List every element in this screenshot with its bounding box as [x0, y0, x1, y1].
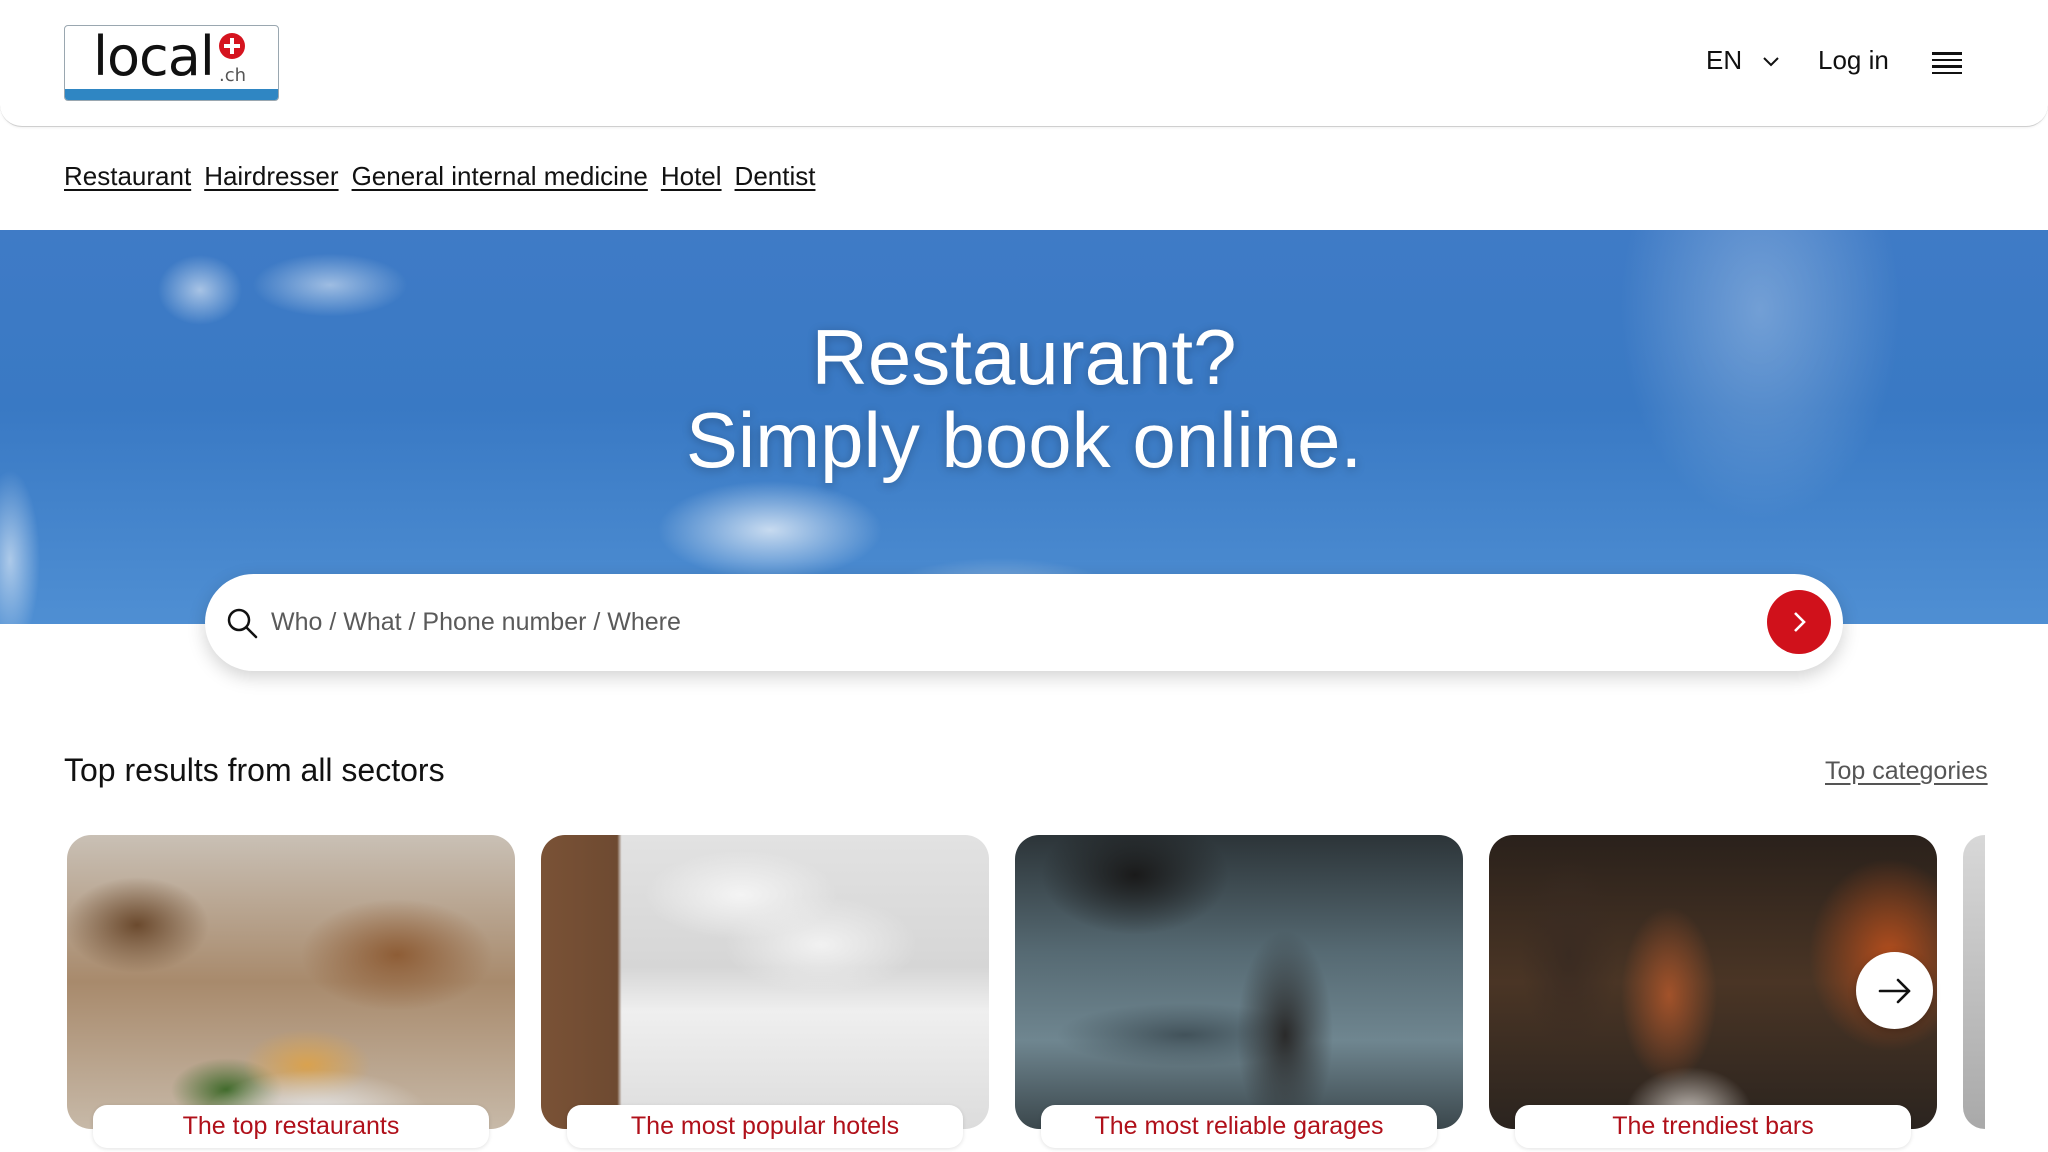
- arrow-right-icon: [1878, 978, 1910, 1003]
- chevron-down-icon: [1763, 56, 1779, 66]
- top-categories-link[interactable]: Top categories: [1825, 757, 1988, 786]
- hero-headline-line2: Simply book online.: [685, 396, 1363, 484]
- logo-wordmark: local: [93, 25, 215, 88]
- carousel-next-button[interactable]: [1856, 952, 1933, 1029]
- hamburger-menu-icon[interactable]: [1932, 52, 1962, 76]
- login-link[interactable]: Log in: [1818, 45, 1889, 76]
- site-header: local .ch EN Log in: [0, 0, 2048, 127]
- category-card-hotels[interactable]: The most popular hotels: [541, 835, 989, 1152]
- language-selector[interactable]: EN: [1706, 45, 1782, 76]
- search-bar: [205, 574, 1843, 671]
- category-card-restaurants[interactable]: The top restaurants: [67, 835, 515, 1152]
- hero-headline-line1: Restaurant?: [811, 313, 1237, 401]
- quick-link-general-internal-medicine[interactable]: General internal medicine: [352, 161, 648, 192]
- card-label: The trendiest bars: [1515, 1105, 1911, 1148]
- category-card-garages[interactable]: The most reliable garages: [1015, 835, 1463, 1152]
- site-logo[interactable]: local .ch: [64, 25, 279, 101]
- quick-link-hotel[interactable]: Hotel: [661, 161, 722, 192]
- category-carousel: The top restaurants The most popular hot…: [0, 835, 2048, 1152]
- language-label: EN: [1706, 45, 1743, 75]
- quick-link-restaurant[interactable]: Restaurant: [64, 161, 191, 192]
- card-image: [1963, 835, 1985, 1129]
- search-submit-button[interactable]: [1767, 590, 1831, 654]
- swiss-cross-icon: [219, 33, 245, 59]
- logo-suffix: .ch: [219, 65, 247, 86]
- category-card-partial[interactable]: [1963, 835, 1985, 1152]
- hero-banner: Restaurant? Simply book online.: [0, 230, 2048, 624]
- logo-underline: [65, 89, 278, 100]
- card-label: The top restaurants: [93, 1105, 489, 1148]
- quick-link-dentist[interactable]: Dentist: [735, 161, 816, 192]
- card-image: [67, 835, 515, 1129]
- card-image: [541, 835, 989, 1129]
- popular-searches-nav: Restaurant Hairdresser General internal …: [64, 161, 815, 192]
- quick-link-hairdresser[interactable]: Hairdresser: [204, 161, 338, 192]
- search-icon: [227, 608, 258, 639]
- chevron-right-icon: [1794, 612, 1806, 632]
- card-label: The most reliable garages: [1041, 1105, 1437, 1148]
- card-label: The most popular hotels: [567, 1105, 963, 1148]
- search-input[interactable]: [271, 596, 1671, 648]
- card-image: [1015, 835, 1463, 1129]
- section-title: Top results from all sectors: [64, 752, 445, 788]
